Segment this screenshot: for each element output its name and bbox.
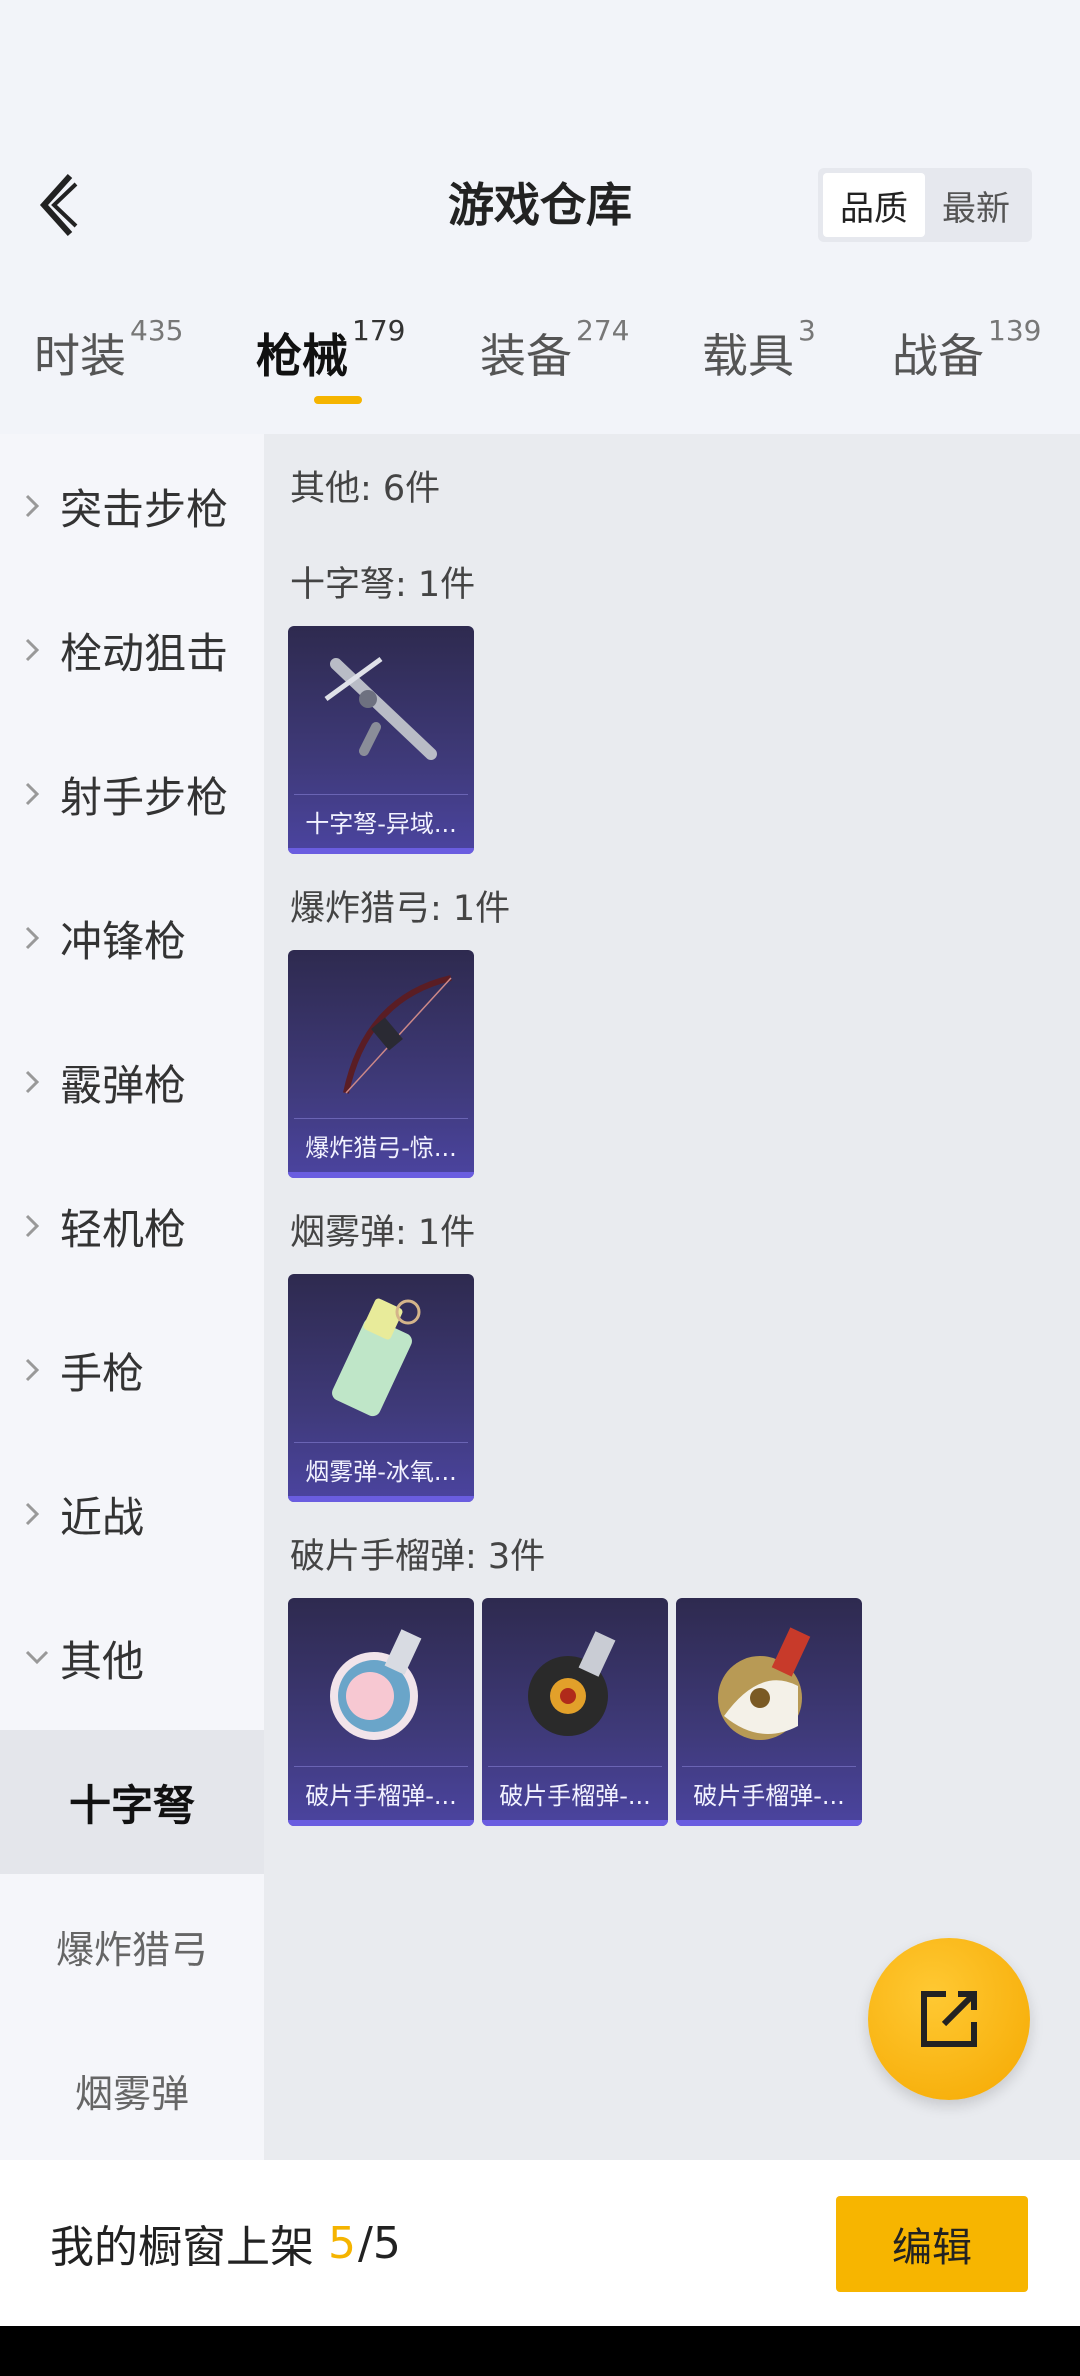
card-rarity-bar [676, 1820, 862, 1826]
sidebar-item-melee[interactable]: 近战 [0, 1442, 264, 1586]
chevron-right-icon [24, 781, 52, 807]
item-card-label: 十字弩-异域... [294, 794, 468, 848]
sidebar-item-marksman-rifle[interactable]: 射手步枪 [0, 722, 264, 866]
sidebar-sub-crossbow[interactable]: 十字弩 [0, 1730, 264, 1874]
item-card-label: 破片手榴弹-... [294, 1766, 468, 1820]
item-card-label: 破片手榴弹-... [682, 1766, 856, 1820]
item-card-label: 爆炸猎弓-惊... [294, 1118, 468, 1172]
chevron-right-icon [24, 1357, 52, 1383]
category-summary: 其他: 6件 [290, 469, 441, 509]
sidebar-item-label: 射手步枪 [60, 772, 229, 822]
sidebar-item-label: 突击步枪 [60, 484, 229, 534]
tab-label: 装备 [480, 329, 572, 383]
tab-equipment[interactable]: 装备 274 [480, 314, 629, 420]
tab-count: 274 [576, 314, 630, 347]
item-card-label: 烟雾弹-冰氧... [294, 1442, 468, 1496]
share-button[interactable] [868, 1938, 1030, 2100]
bow-image [288, 950, 474, 1116]
section-heading: 烟雾弹: 1件 [290, 1213, 476, 1253]
sidebar-item-label: 冲锋枪 [60, 916, 187, 966]
showcase-status: 我的橱窗上架 5 /5 [50, 2160, 401, 2326]
grenade-image [482, 1598, 668, 1764]
tab-supplies[interactable]: 战备 139 [892, 314, 1041, 420]
category-tabs: 时装 435 枪械 179 装备 274 载具 3 战备 139 [0, 314, 1080, 420]
sort-option-latest[interactable]: 最新 [925, 173, 1027, 237]
showcase-label: 我的橱窗上架 [50, 2222, 314, 2273]
tab-vehicles[interactable]: 载具 3 [702, 314, 816, 420]
grenade-image [288, 1598, 474, 1764]
sidebar-item-label: 近战 [60, 1492, 145, 1542]
item-card[interactable]: 破片手榴弹-... [482, 1598, 668, 1826]
card-rarity-bar [288, 848, 474, 854]
tab-label: 枪械 [256, 329, 348, 383]
item-card-label: 破片手榴弹-... [488, 1766, 662, 1820]
item-card[interactable]: 爆炸猎弓-惊... [288, 950, 474, 1178]
sidebar-item-bolt-sniper[interactable]: 栓动狙击 [0, 578, 264, 722]
section-heading: 十字弩: 1件 [290, 565, 476, 605]
card-rarity-bar [482, 1820, 668, 1826]
sidebar-item-label: 手枪 [60, 1348, 145, 1398]
item-grid-area: 其他: 6件 十字弩: 1件 十字弩-异域... 爆炸猎弓: 1件 爆炸猎弓-惊… [264, 434, 1080, 2160]
crossbow-image [288, 626, 474, 792]
item-card[interactable]: 破片手榴弹-... [676, 1598, 862, 1826]
tab-count: 179 [352, 314, 406, 347]
card-rarity-bar [288, 1820, 474, 1826]
chevron-right-icon [24, 1501, 52, 1527]
tab-label: 战备 [892, 329, 984, 383]
card-rarity-bar [288, 1172, 474, 1178]
sidebar-item-pistol[interactable]: 手枪 [0, 1298, 264, 1442]
chevron-down-icon [24, 1649, 52, 1667]
chevron-right-icon [24, 1069, 52, 1095]
sidebar-item-shotgun[interactable]: 霰弹枪 [0, 1010, 264, 1154]
sidebar: 突击步枪 栓动狙击 射手步枪 冲锋枪 霰弹枪 轻机枪 手枪 近战 其他 十字弩 … [0, 434, 264, 2160]
active-tab-indicator [314, 396, 362, 404]
card-rarity-bar [288, 1496, 474, 1502]
share-icon [921, 1991, 977, 2047]
section-heading: 破片手榴弹: 3件 [290, 1537, 546, 1577]
sidebar-item-smg[interactable]: 冲锋枪 [0, 866, 264, 1010]
grenade-image [676, 1598, 862, 1764]
sidebar-item-label: 栓动狙击 [60, 628, 229, 678]
section-heading: 爆炸猎弓: 1件 [290, 889, 511, 929]
chevron-right-icon [24, 493, 52, 519]
item-card[interactable]: 烟雾弹-冰氧... [288, 1274, 474, 1502]
smoke-grenade-image [288, 1274, 474, 1440]
sidebar-sub-smoke-grenade[interactable]: 烟雾弹 [0, 2018, 264, 2162]
tab-label: 载具 [702, 329, 794, 383]
sidebar-item-label: 霰弹枪 [60, 1060, 187, 1110]
sidebar-item-assault-rifle[interactable]: 突击步枪 [0, 434, 264, 578]
sidebar-item-other[interactable]: 其他 [0, 1586, 264, 1730]
sidebar-sub-explosive-bow[interactable]: 爆炸猎弓 [0, 1874, 264, 2018]
item-card[interactable]: 破片手榴弹-... [288, 1598, 474, 1826]
showcase-total: /5 [358, 2217, 401, 2269]
sidebar-item-label: 轻机枪 [60, 1204, 187, 1254]
chevron-right-icon [24, 1213, 52, 1239]
sort-toggle: 品质 最新 [818, 168, 1032, 242]
system-nav-bar [0, 2326, 1080, 2376]
chevron-right-icon [24, 925, 52, 951]
showcase-count: 5 [328, 2217, 356, 2269]
tab-fashion[interactable]: 时装 435 [34, 314, 183, 420]
tab-count: 139 [988, 314, 1042, 347]
sort-option-quality[interactable]: 品质 [823, 173, 925, 237]
tab-label: 时装 [34, 329, 126, 383]
sidebar-item-lmg[interactable]: 轻机枪 [0, 1154, 264, 1298]
header: 游戏仓库 品质 最新 [0, 160, 1080, 250]
tab-count: 3 [798, 314, 816, 347]
bottom-bar: 我的橱窗上架 5 /5 编辑 [0, 2160, 1080, 2326]
chevron-right-icon [24, 637, 52, 663]
tab-guns[interactable]: 枪械 179 [256, 314, 405, 420]
tab-count: 435 [130, 314, 184, 347]
sidebar-item-label: 其他 [60, 1636, 145, 1686]
edit-button[interactable]: 编辑 [836, 2196, 1028, 2292]
item-card[interactable]: 十字弩-异域... [288, 626, 474, 854]
